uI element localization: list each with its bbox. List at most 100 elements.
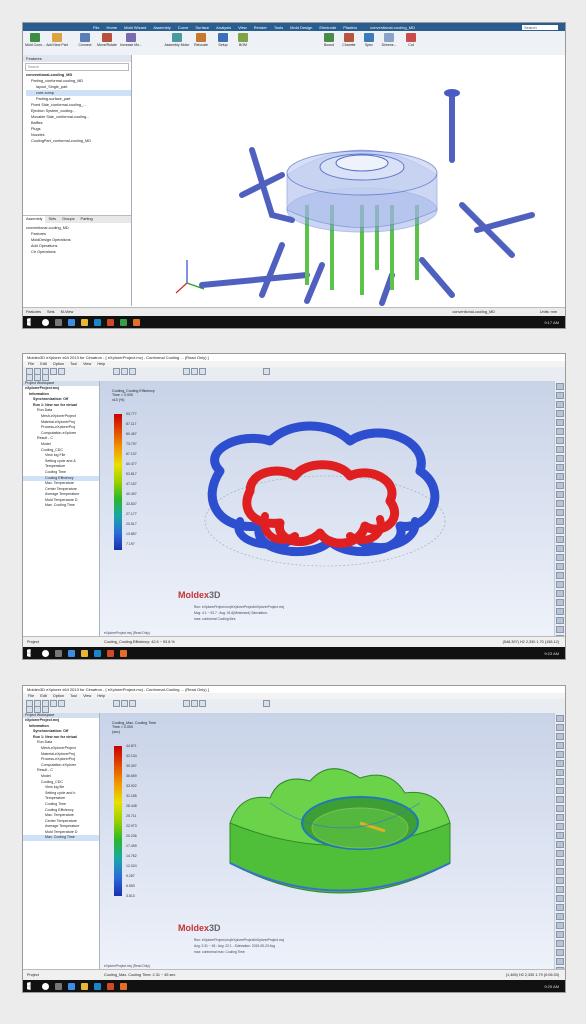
tab-groups[interactable]: Groups [59,216,77,223]
menu-assembly[interactable]: Assembly [153,25,170,30]
menu-electrode[interactable]: Electrode [319,25,336,30]
tool-icon[interactable] [556,626,564,633]
menu-tool[interactable]: Tool [70,362,77,366]
tool-icon[interactable] [556,895,564,902]
cut-button[interactable]: Cut [401,33,421,47]
menu-view[interactable]: View [83,694,91,698]
tool-icon[interactable] [556,796,564,803]
tool-icon[interactable] [556,590,564,597]
menu-option[interactable]: Option [53,694,64,698]
section-icon[interactable] [129,700,136,707]
tool-icon[interactable] [556,383,564,390]
tool-icon[interactable] [556,572,564,579]
menu-render[interactable]: Render [254,25,267,30]
tool-icon[interactable] [556,805,564,812]
tool-icon[interactable] [556,500,564,507]
menu-file[interactable]: File [28,694,34,698]
tool-icon[interactable] [556,913,564,920]
store-icon[interactable] [94,649,101,657]
edge-icon[interactable] [68,649,75,657]
office-icon[interactable] [107,318,114,326]
result-viewport[interactable]: Cooling_Cooling Efficiency Time = 0.000 … [100,381,555,637]
assembly-motor-button[interactable]: Assembly Motor [164,33,190,47]
add-new-part-button[interactable]: Add New Part [46,33,68,47]
fit-icon[interactable] [121,368,128,375]
menu-curve[interactable]: Curve [178,25,189,30]
contour-icon[interactable] [191,700,198,707]
tool-icon[interactable] [556,814,564,821]
office-icon[interactable] [107,649,114,657]
tool-icon[interactable] [556,410,564,417]
dimension-button[interactable]: Dimens... [379,33,399,47]
tool-icon[interactable] [556,428,564,435]
tool-icon[interactable] [556,931,564,938]
menu-mold-wizard[interactable]: Mold Wizard [124,25,146,30]
tool-icon[interactable] [556,536,564,543]
tool-icon[interactable] [556,446,564,453]
tool-icon[interactable] [556,769,564,776]
edge-icon[interactable] [68,318,75,326]
menu-help[interactable]: Help [97,362,105,366]
tree-item[interactable]: Max. Cooling Time [23,835,99,842]
explorer-icon[interactable] [81,982,88,990]
tool-icon[interactable] [556,491,564,498]
menu-view[interactable]: View [83,362,91,366]
office-icon[interactable] [107,982,114,990]
tool-icon[interactable] [556,464,564,471]
view-icon[interactable] [113,700,120,707]
moldex-app-icon[interactable] [120,982,127,990]
tool-icon[interactable] [556,724,564,731]
pan-icon[interactable] [42,374,49,381]
move-rotate-button[interactable]: Move/Rotate [97,33,117,47]
tool-icon[interactable] [556,733,564,740]
tool-icon[interactable] [556,509,564,516]
mold-connect-button[interactable]: Mold Conn... [25,33,45,47]
tool-icon[interactable] [556,886,564,893]
search-icon[interactable] [42,318,49,326]
contour-icon[interactable] [191,368,198,375]
task-view-icon[interactable] [55,982,62,990]
tool-icon[interactable] [556,751,564,758]
tool-icon[interactable] [556,608,564,615]
tab-sets[interactable]: Sets [45,216,59,223]
tool-icon[interactable] [556,958,564,965]
tool-icon[interactable] [556,742,564,749]
tool-icon[interactable] [556,518,564,525]
task-view-icon[interactable] [55,649,62,657]
spec-button[interactable]: Spec [359,33,379,47]
menu-view[interactable]: View [238,25,247,30]
menu-file[interactable]: File [28,362,34,366]
menu-help[interactable]: Help [97,694,105,698]
search-icon[interactable] [42,982,49,990]
tool-icon[interactable] [556,868,564,875]
store-icon[interactable] [94,318,101,326]
menu-mold-design[interactable]: Mold Design [290,25,312,30]
search-input[interactable]: Search [522,24,558,30]
tab-parting[interactable]: Parting [78,216,96,223]
tool-icon[interactable] [556,949,564,956]
search-icon[interactable] [42,649,49,657]
windows-start-icon[interactable] [27,649,31,657]
view-icon[interactable] [113,368,120,375]
increase-button[interactable]: Increase Mo... [120,33,142,47]
bound-button[interactable]: Bound [319,33,339,47]
navigator-filter[interactable]: Search [25,63,129,71]
tool-icon[interactable] [556,617,564,624]
app-icon[interactable] [120,318,127,326]
zoom-icon[interactable] [26,706,33,713]
menu-tool[interactable]: Tool [70,694,77,698]
tool-icon[interactable] [556,437,564,444]
print-icon[interactable] [50,700,57,707]
tool-icon[interactable] [556,760,564,767]
menu-analysis[interactable]: Analysis [216,25,231,30]
menu-edit[interactable]: Edit [40,362,47,366]
rotate-icon[interactable] [34,374,41,381]
store-icon[interactable] [94,982,101,990]
bom-button[interactable]: BOM [233,33,253,47]
menu-home[interactable]: Home [106,25,117,30]
tool-icon[interactable] [556,455,564,462]
tool-icon[interactable] [556,563,564,570]
chamfer-button[interactable]: Chamfer [339,33,359,47]
tool-icon[interactable] [556,419,564,426]
tool-icon[interactable] [556,715,564,722]
